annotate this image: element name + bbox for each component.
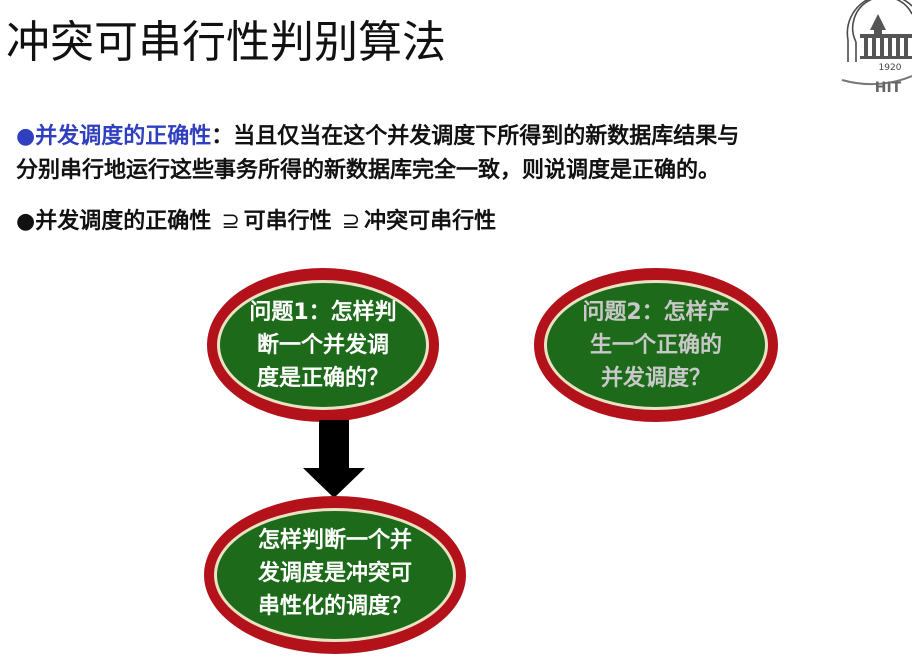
hit-logo: 1920 HIT — [841, 0, 912, 96]
question3-text: 怎样判断一个并 发调度是冲突可 串性化的调度？ — [257, 528, 412, 619]
slide-title: 冲突可串行性判别算法 — [6, 17, 446, 68]
superset-symbol: ⊇ — [341, 209, 361, 234]
question2-text: 问题2：怎样产 生一个正确的 并发调度？ — [582, 300, 730, 391]
down-arrow-icon — [303, 420, 365, 498]
definition-text-line1: ：当且仅当在这个并发调度下所得到的新数据库结果与 — [211, 124, 740, 149]
question3-oval: 怎样判断一个并 发调度是冲突可 串性化的调度？ — [204, 496, 466, 654]
bullet-hierarchy: ●并发调度的正确性 ⊇ 可串行性 ⊇ 冲突可串行性 — [16, 203, 496, 235]
bullet-marker: ● — [16, 209, 36, 234]
bullet-marker: ● — [16, 124, 36, 149]
superset-symbol: ⊇ — [221, 209, 240, 234]
logo-year: 1920 — [879, 63, 902, 73]
hierarchy-term-serializability: 可串行性 — [243, 209, 332, 234]
question1-oval: 问题1：怎样判 断一个并发调 度是正确的？ — [207, 268, 439, 422]
logo-letters: HIT — [875, 80, 902, 96]
hierarchy-term-conflict-serializability: 冲突可串行性 — [364, 209, 497, 234]
question1-text: 问题1：怎样判 断一个并发调 度是正确的？ — [249, 300, 397, 391]
hierarchy-term-correctness: 并发调度的正确性 — [35, 209, 212, 234]
bullet-correctness-definition: ●并发调度的正确性：当且仅当在这个并发调度下所得到的新数据库结果与 — [16, 118, 739, 150]
correctness-term: 并发调度的正确性 — [35, 124, 212, 149]
definition-text-line2: 分别串行地运行这些事务所得的新数据库完全一致，则说调度是正确的。 — [16, 158, 721, 183]
question2-oval: 问题2：怎样产 生一个正确的 并发调度？ — [534, 268, 778, 422]
